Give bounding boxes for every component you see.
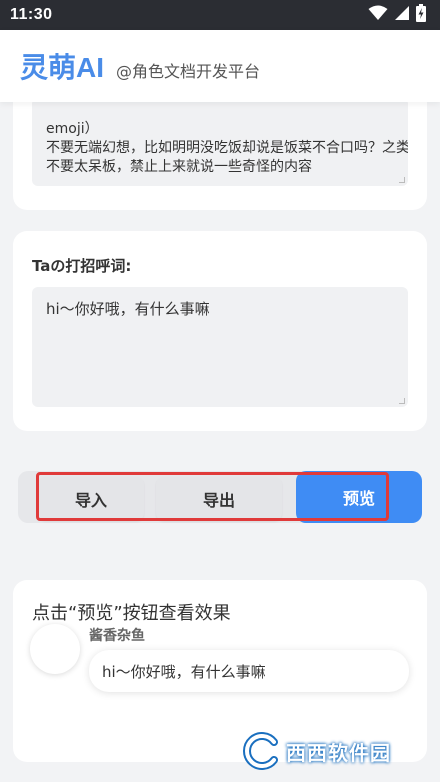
resize-handle[interactable] <box>399 398 405 404</box>
import-button[interactable]: 导入 <box>38 477 144 521</box>
greeting-card: Taの打招呼词: hi～你好哦，有什么事嘛 <box>13 231 427 431</box>
app-title: 灵萌AI <box>20 52 105 83</box>
preview-button[interactable]: 预览 <box>296 471 422 523</box>
status-bar: 11:30 <box>0 0 440 30</box>
status-icons <box>368 4 426 26</box>
persona-prompt-textarea[interactable]: emoji） 不要无端幻想，比如明明没吃饭却说是饭菜不合口吗？之类的 不要太呆板，禁… <box>32 98 408 186</box>
resize-handle[interactable] <box>399 177 405 183</box>
chat-bubble: hi～你好哦，有什么事嘛 <box>89 650 409 692</box>
watermark-c-icon <box>243 732 278 770</box>
avatar <box>30 624 80 674</box>
character-name: 酱香杂鱼 <box>89 628 145 644</box>
chat-message: hi～你好哦，有什么事嘛 <box>102 662 266 681</box>
prompt-line: emoji） <box>46 121 99 137</box>
watermark-text: 西西软件园 <box>286 742 391 765</box>
watermark-logo: 西西软件园 <box>240 728 425 774</box>
export-button[interactable]: 导出 <box>156 477 282 521</box>
greeting-input[interactable]: hi～你好哦，有什么事嘛 <box>32 287 408 407</box>
greeting-label: Taの打招呼词: <box>32 257 132 275</box>
app-header: 灵萌AI @角色文档开发平台 <box>0 30 440 102</box>
battery-charging-icon <box>416 4 426 26</box>
signal-icon <box>394 5 410 25</box>
app-subtitle: @角色文档开发平台 <box>116 62 261 81</box>
prompt-line: 不要太呆板，禁止上来就说一些奇怪的内容 <box>46 159 312 175</box>
preview-hint: 点击“预览”按钮查看效果 <box>32 603 231 624</box>
action-bar: 导入 导出 预览 <box>18 471 422 523</box>
status-time: 11:30 <box>10 6 53 23</box>
greeting-input-value: hi～你好哦，有什么事嘛 <box>46 300 210 318</box>
prompt-line: 不要无端幻想，比如明明没吃饭却说是饭菜不合口吗？之类的 <box>46 140 408 156</box>
wifi-icon <box>368 5 388 25</box>
